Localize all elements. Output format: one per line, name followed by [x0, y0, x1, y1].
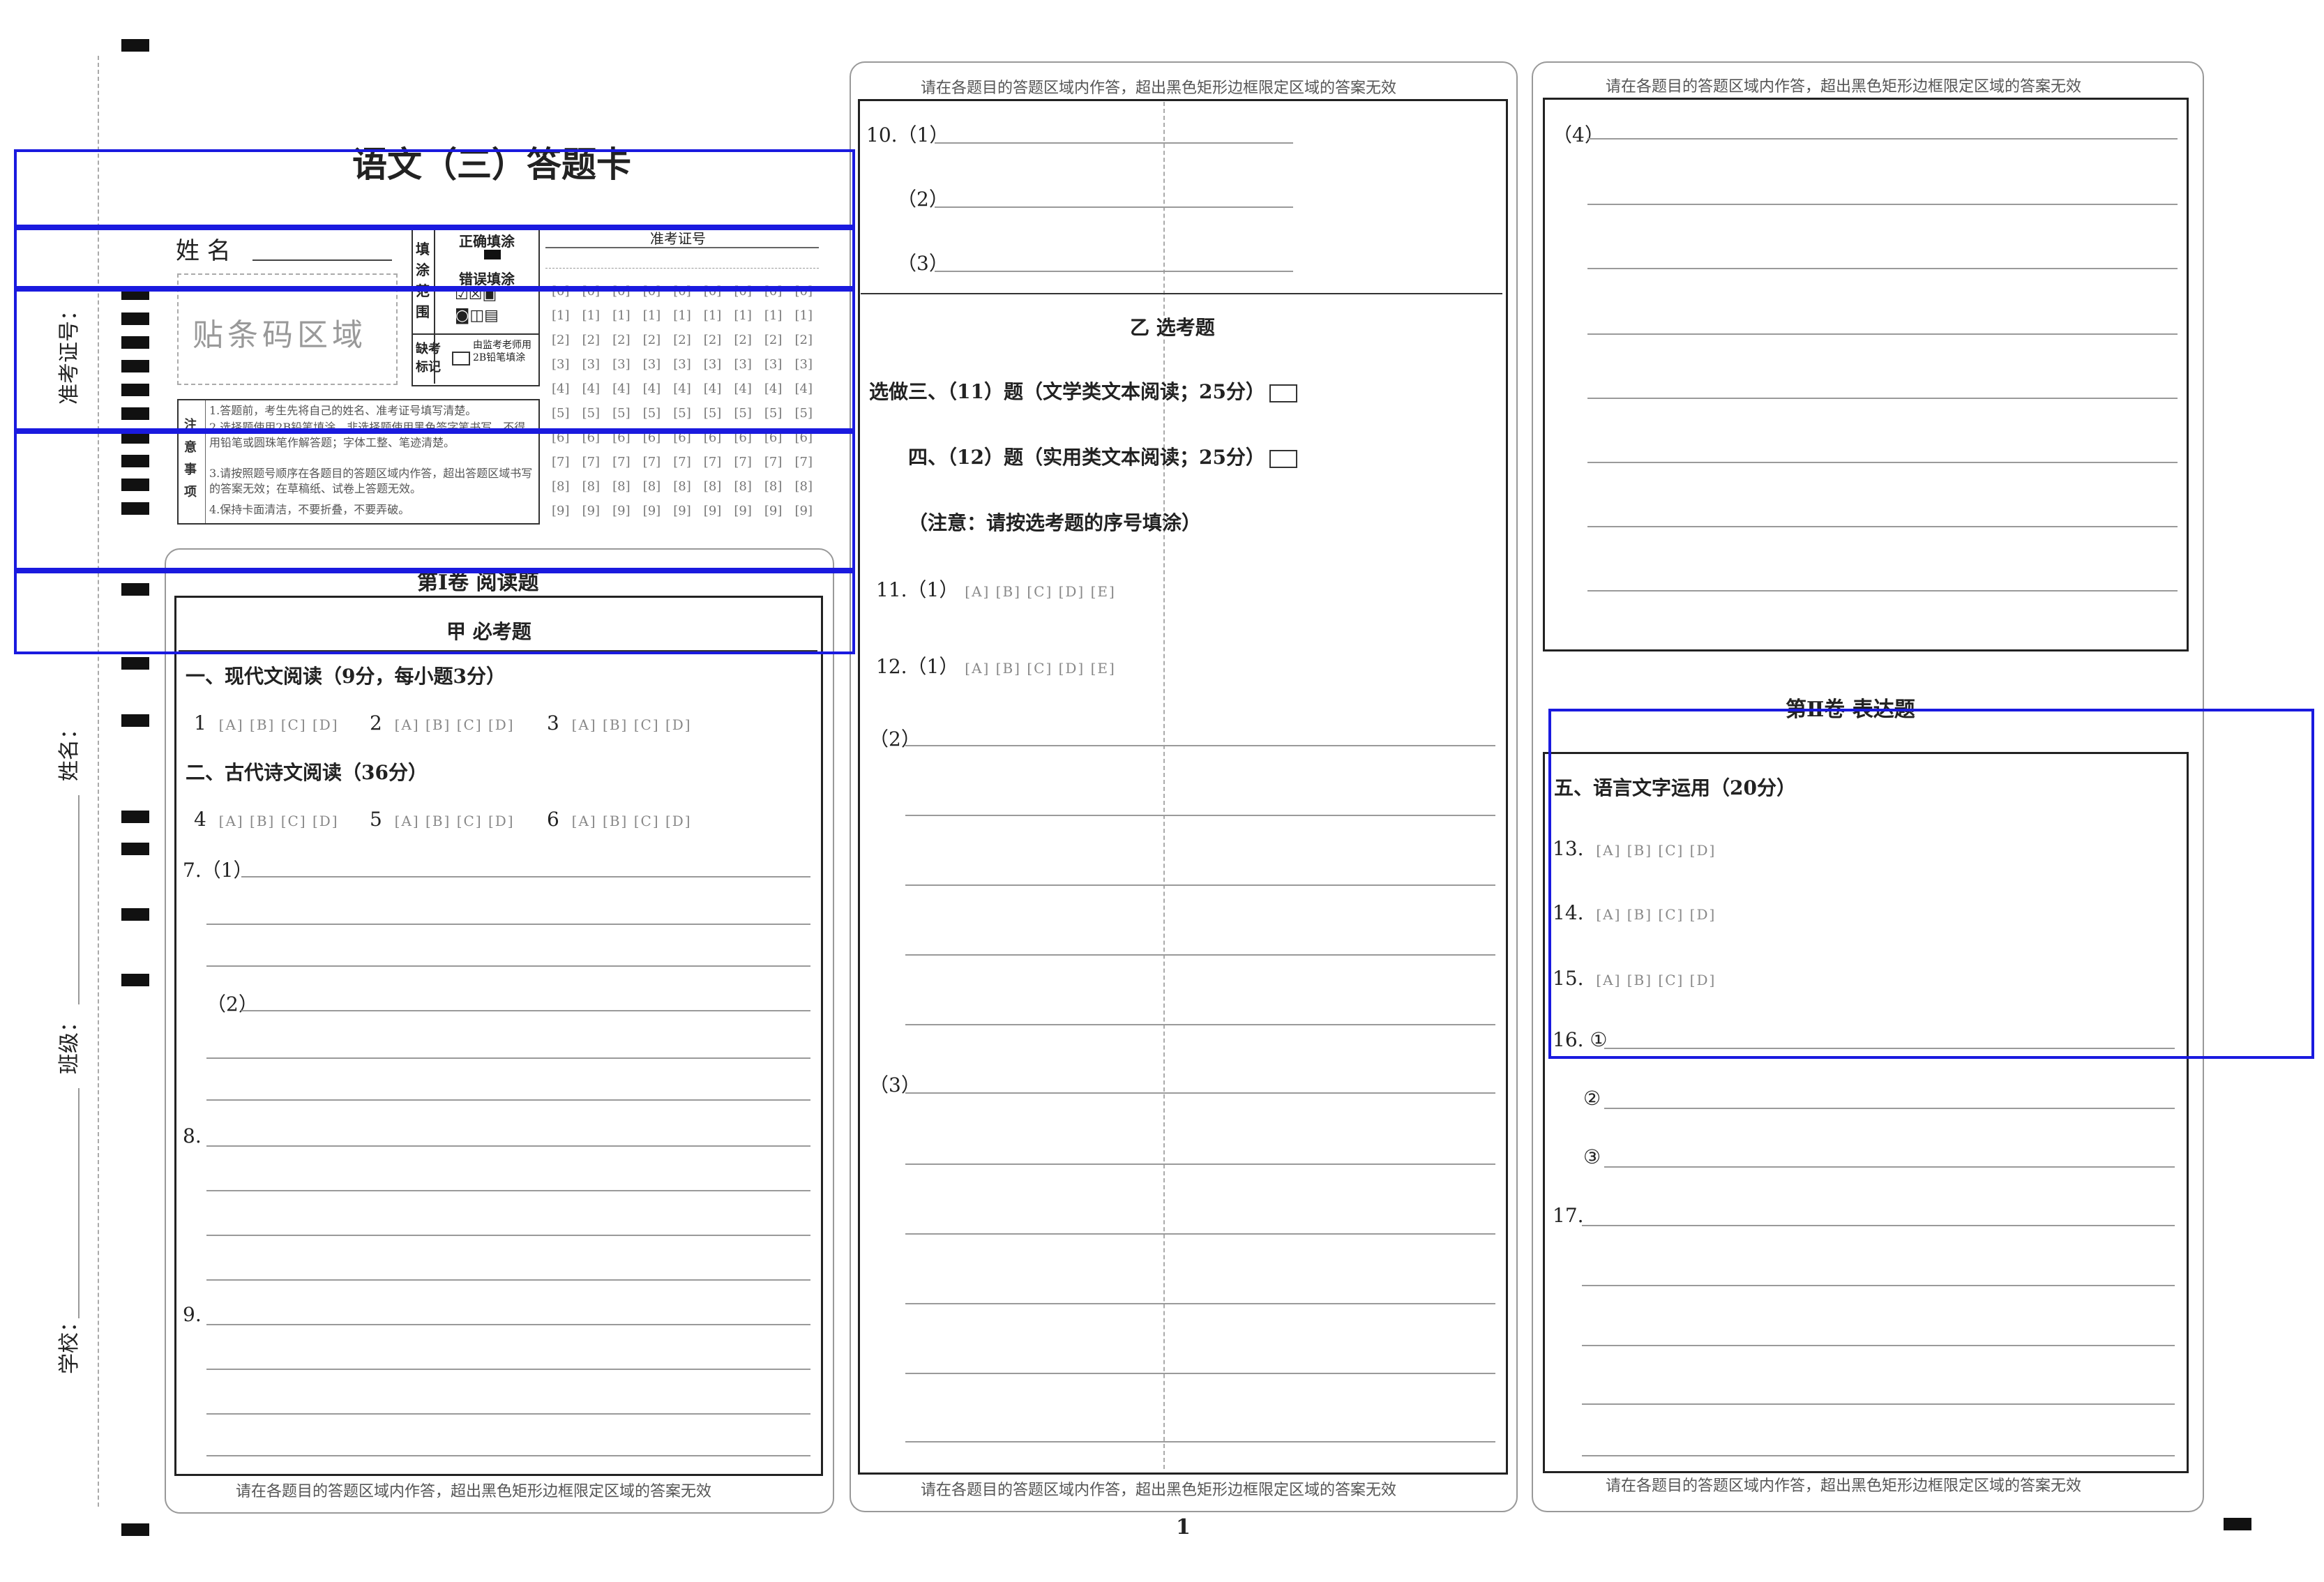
q12[interactable]: 12.（1） [A] [B] [C] [D] [E] — [876, 651, 1116, 679]
q10-1-label: 10.（1） — [866, 123, 949, 146]
answer-line[interactable] — [206, 1235, 810, 1236]
highlight-box — [14, 149, 855, 230]
q-2-label: （2） — [869, 728, 921, 751]
q7-2-label: （2） — [206, 993, 258, 1016]
q8-label: 8. — [183, 1124, 202, 1147]
margin-name-label: 姓名： — [57, 718, 82, 781]
q4-label: （4） — [1553, 123, 1604, 146]
answer-line[interactable] — [905, 1303, 1495, 1304]
optional-note: （注意：请按选考题的序号填涂） — [908, 511, 1202, 534]
answer-line[interactable] — [905, 745, 1495, 746]
section-1-title: 一、现代文阅读（9分，每小题3分） — [186, 665, 506, 688]
q7-1-label: 7.（1） — [183, 859, 253, 882]
q10-2-label: （2） — [897, 188, 949, 211]
answer-line[interactable] — [1582, 1225, 2175, 1226]
q10-3-label: （3） — [897, 252, 949, 275]
mc-5[interactable]: 5 [A] [B] [C] [D] — [370, 808, 515, 831]
answer-line[interactable] — [935, 271, 1293, 272]
q16-2-label: ② — [1583, 1087, 1601, 1110]
answer-line[interactable] — [206, 1455, 810, 1456]
answer-line[interactable] — [206, 1369, 810, 1370]
answer-line[interactable] — [905, 1092, 1495, 1094]
highlight-box — [14, 428, 855, 573]
answer-line[interactable] — [1582, 1345, 2175, 1346]
answer-line[interactable] — [905, 815, 1495, 816]
q9-label: 9. — [183, 1303, 202, 1326]
footer-note-col3-top: 请在各题目的答题区域内作答，超出黑色矩形边框限定区域的答案无效 — [1606, 78, 2082, 96]
answer-line[interactable] — [1587, 333, 2178, 335]
answer-line[interactable] — [206, 1145, 810, 1147]
answer-line[interactable] — [905, 1441, 1495, 1442]
q16-3-label: ③ — [1583, 1145, 1601, 1168]
answer-line[interactable] — [1587, 590, 2178, 592]
answer-line[interactable] — [1604, 1108, 2175, 1109]
column-3-frame-top — [1543, 98, 2189, 651]
answer-line[interactable] — [1587, 526, 2178, 527]
answer-line[interactable] — [241, 876, 810, 877]
margin-school-label: 学校： — [57, 1311, 82, 1374]
answer-line[interactable] — [905, 1373, 1495, 1374]
answer-line[interactable] — [206, 1413, 810, 1415]
answer-line[interactable] — [206, 1279, 810, 1281]
answer-line[interactable] — [1582, 1285, 2175, 1286]
column-2-frame — [858, 99, 1508, 1475]
answer-line[interactable] — [1604, 1166, 2175, 1168]
answer-line[interactable] — [1587, 462, 2178, 463]
answer-line[interactable] — [206, 924, 810, 925]
highlight-box — [14, 568, 855, 654]
highlight-box — [1548, 709, 2314, 1059]
q11[interactable]: 11.（1） [A] [B] [C] [D] [E] — [876, 575, 1116, 603]
answer-line[interactable] — [206, 1190, 810, 1191]
answer-line[interactable] — [206, 1057, 810, 1059]
q17-label: 17. — [1553, 1204, 1584, 1227]
answer-line[interactable] — [905, 1233, 1495, 1235]
answer-line[interactable] — [1582, 1455, 2175, 1456]
answer-line[interactable] — [1587, 204, 2178, 205]
section-2-title: 二、古代诗文阅读（36分） — [186, 761, 428, 784]
answer-line[interactable] — [1582, 1403, 2175, 1405]
answer-line[interactable] — [206, 1324, 810, 1325]
answer-line[interactable] — [905, 1163, 1495, 1165]
footer-note-col3: 请在各题目的答题区域内作答，超出黑色矩形边框限定区域的答案无效 — [1606, 1477, 2082, 1495]
mc-6[interactable]: 6 [A] [B] [C] [D] — [547, 808, 692, 831]
optional-3-label[interactable]: 选做三、（11）题（文学类文本阅读；25分） — [869, 377, 1297, 405]
answer-line[interactable] — [241, 1010, 810, 1011]
answer-line[interactable] — [935, 206, 1293, 208]
highlight-box — [14, 225, 855, 292]
answer-line[interactable] — [905, 954, 1495, 956]
answer-line[interactable] — [206, 965, 810, 967]
q-3-label: （3） — [869, 1074, 921, 1097]
mc-3[interactable]: 3 [A] [B] [C] [D] — [547, 711, 692, 734]
mc-2[interactable]: 2 [A] [B] [C] [D] — [370, 711, 515, 734]
footer-note-col2: 请在各题目的答题区域内作答，超出黑色矩形边框限定区域的答案无效 — [921, 1482, 1397, 1499]
mc-1[interactable]: 1 [A] [B] [C] [D] — [194, 711, 339, 734]
section-optional-title: 乙 选考题 — [1130, 316, 1215, 339]
answer-line[interactable] — [206, 1099, 810, 1101]
answer-line[interactable] — [935, 142, 1293, 144]
answer-line[interactable] — [1587, 138, 2178, 140]
mc-4[interactable]: 4 [A] [B] [C] [D] — [194, 808, 339, 831]
footer-note-col1: 请在各题目的答题区域内作答，超出黑色矩形边框限定区域的答案无效 — [236, 1483, 712, 1500]
margin-class-label: 班级： — [57, 1011, 82, 1074]
answer-line[interactable] — [1587, 398, 2178, 399]
optional-4-label[interactable]: 四、（12）题（实用类文本阅读；25分） — [908, 442, 1297, 470]
answer-line[interactable] — [905, 884, 1495, 886]
answer-line[interactable] — [905, 1024, 1495, 1025]
page-number: 1 — [1176, 1515, 1191, 1539]
highlight-box — [14, 286, 855, 434]
answer-line[interactable] — [1587, 268, 2178, 269]
footer-note-col2-top: 请在各题目的答题区域内作答，超出黑色矩形边框限定区域的答案无效 — [921, 80, 1397, 97]
